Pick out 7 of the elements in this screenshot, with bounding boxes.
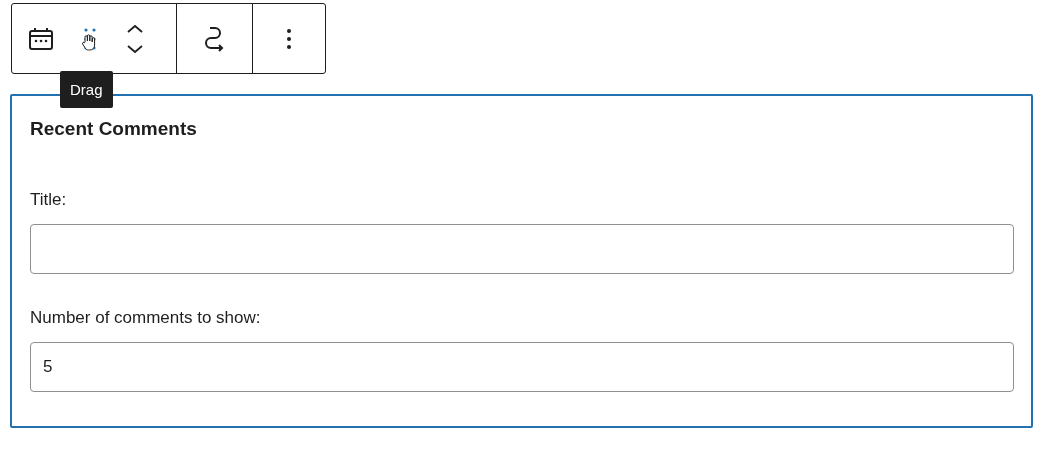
input-field[interactable] xyxy=(30,224,1014,274)
field-label: Title: xyxy=(30,190,68,210)
hand-cursor-icon xyxy=(80,32,98,51)
field-label: Number of comments to show: xyxy=(30,308,262,328)
widget-heading: Recent Comments xyxy=(30,118,198,140)
input-field[interactable]: 5 xyxy=(30,342,1014,392)
tooltip: Drag xyxy=(60,70,113,108)
